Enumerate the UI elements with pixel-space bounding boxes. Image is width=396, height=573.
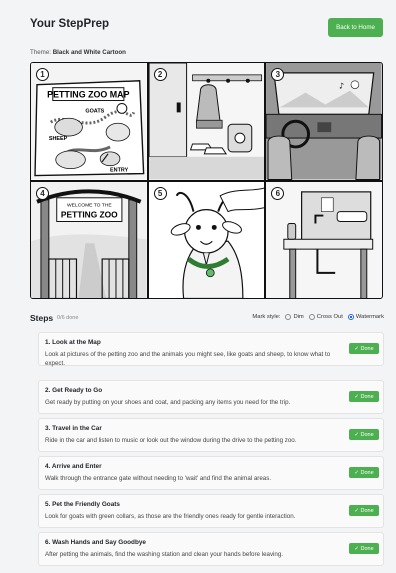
gate-sign-main: PETTING ZOO [61,209,118,219]
mark-style-cross-out[interactable]: Cross Out [308,314,343,320]
friendly-goat-illustration [148,181,265,298]
step-description: After petting the animals, find the wash… [45,551,284,558]
mark-style-label: Mark style: [252,314,281,320]
panel-entrance: 4 WELCOME TO THE PETTING ZOO [31,181,147,298]
zoo-entrance-gate-illustration: WELCOME TO THE PETTING ZOO [31,181,147,298]
car-interior-illustration: ♪ [266,63,382,180]
step-description: Walk through the entrance gate without n… [45,475,272,482]
step-title: 3. Travel in the Car [45,425,102,432]
panel-number: 5 [153,186,167,200]
step-description: Ride in the car and listen to music or l… [45,437,297,444]
mark-style-selector: Mark style: Dim Cross Out Watermark [252,314,384,320]
panel-number: 6 [271,186,285,200]
step-title: 5. Pet the Friendly Goats [45,501,120,508]
done-button[interactable]: ✓ Done [349,505,379,516]
hand-washing-station-illustration [266,181,382,298]
step-card: 5. Pet the Friendly Goats Look for goats… [38,494,384,528]
mark-style-watermark[interactable]: Watermark [347,314,384,320]
panel-number: 4 [36,186,49,200]
mark-style-option-label: Dim [293,314,304,320]
done-button[interactable]: ✓ Done [349,343,379,354]
panel-get-ready: 2 [148,63,265,180]
map-sheep-label: SHEEP [49,136,68,142]
panel-number: 1 [36,68,49,81]
step-description: Look for goats with green collars, as th… [45,513,296,520]
panel-map: 1 PETTING ZOO MAP GOATS SHEEP ENTRY [31,63,147,180]
step-description: Get ready by putting on your shoes and c… [45,399,291,406]
theme-value: Black and White Cartoon [52,49,126,56]
map-goats-label: GOATS [85,108,104,114]
radio-icon [285,314,292,320]
step-title: 6. Wash Hands and Say Goodbye [45,539,146,546]
step-card: 3. Travel in the Car Ride in the car and… [38,418,384,452]
step-title: 1. Look at the Map [45,339,101,346]
page-title: Your StepPrep [30,18,110,30]
mark-style-option-label: Watermark [355,314,384,320]
panel-car: 3 ♪ [266,63,382,180]
done-button[interactable]: ✓ Done [349,543,379,554]
theme-label: Theme: [30,49,51,56]
back-to-home-button[interactable]: Back to Home [328,18,383,37]
page-header: Your StepPrep Back to Home [30,18,384,42]
step-card: 6. Wash Hands and Say Goodbye After pett… [38,532,384,566]
gate-sign-top: WELCOME TO THE [67,202,112,208]
done-button[interactable]: ✓ Done [349,391,379,402]
steps-header: Steps 0/6 done Mark style: Dim Cross Out… [30,313,384,325]
panel-goat: 5 [148,181,265,298]
petting-zoo-map-illustration: PETTING ZOO MAP GOATS SHEEP ENTRY [31,63,147,180]
radio-icon [308,314,315,320]
steps-title: Steps [30,313,54,323]
step-description: Look at pictures of the petting zoo and … [45,351,331,368]
coat-and-shoes-illustration [148,63,265,180]
done-button[interactable]: ✓ Done [349,467,379,478]
step-title: 2. Get Ready to Go [45,387,103,394]
step-card: 4. Arrive and Enter Walk through the ent… [38,456,384,490]
mark-style-option-label: Cross Out [316,314,343,320]
step-card: 2. Get Ready to Go Get ready by putting … [38,380,384,414]
theme-line: Theme: Black and White Cartoon [30,49,126,56]
mark-style-dim[interactable]: Dim [285,314,304,320]
storyboard-grid: 1 PETTING ZOO MAP GOATS SHEEP ENTRY 2 3 … [30,62,383,299]
panel-number: 2 [153,68,167,81]
svg-text:♪: ♪ [339,82,344,91]
step-title: 4. Arrive and Enter [45,463,102,470]
step-card: 1. Look at the Map Look at pictures of t… [38,332,384,368]
map-title-text: PETTING ZOO MAP [47,90,129,100]
steps-progress-count: 0/6 done [57,315,79,321]
map-entry-label: ENTRY [110,168,129,174]
radio-selected-icon [347,314,354,320]
panel-wash-hands: 6 [266,181,382,298]
done-button[interactable]: ✓ Done [349,429,379,440]
